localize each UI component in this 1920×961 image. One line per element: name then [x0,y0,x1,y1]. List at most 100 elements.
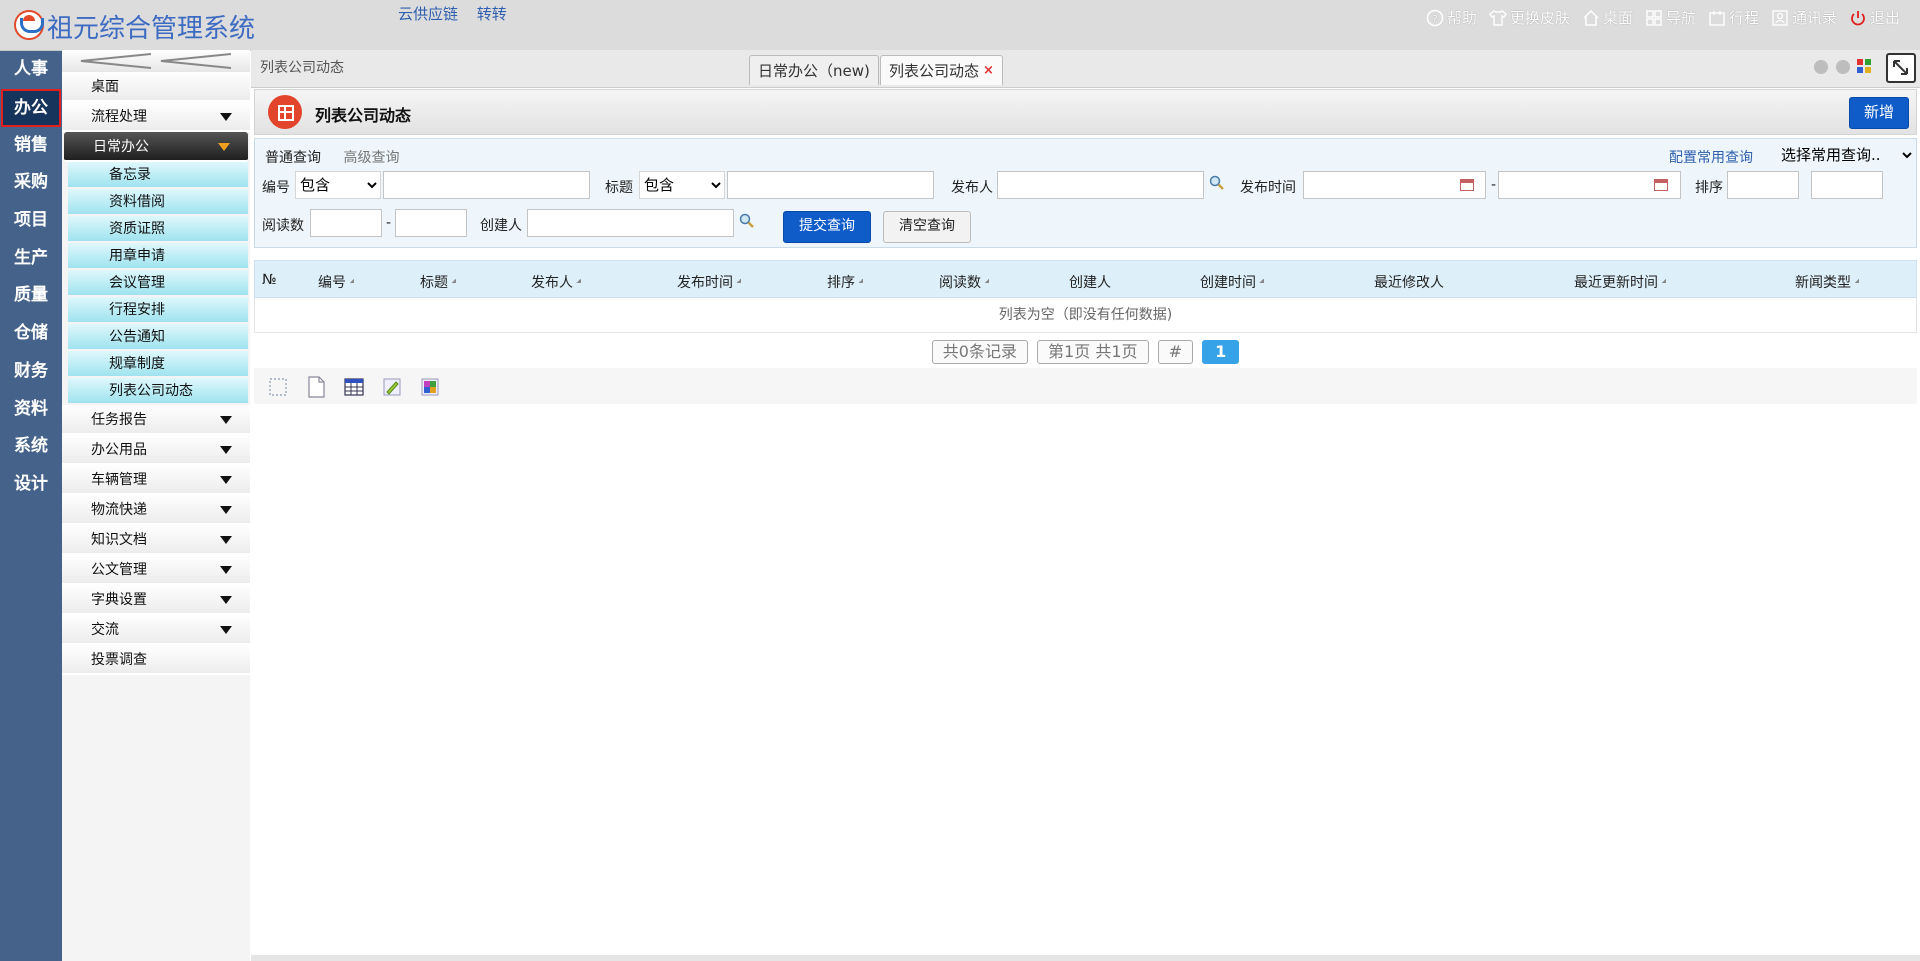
publisher-input[interactable] [997,171,1204,199]
submenu-seal-request[interactable]: 用章申请 [68,243,248,270]
col-created-time[interactable]: 创建时间 [1200,272,1264,292]
col-read-count[interactable]: 阅读数 [939,272,989,292]
add-button[interactable]: 新增 [1849,97,1909,129]
desktop-label: 桌面 [1602,9,1633,27]
submenu-certificates[interactable]: 资质证照 [68,216,248,243]
chevron-down-icon [220,566,232,574]
help-label: 帮助 [1446,9,1477,27]
module-hr[interactable]: 人事 [0,51,62,89]
calendar-icon[interactable] [1654,179,1668,191]
pagination: 共0条记录 第1页 共1页 # 1 [251,340,1920,364]
tab-normal-search[interactable]: 普通查询 [265,150,321,166]
submenu-doc-borrow[interactable]: 资料借阅 [68,189,248,216]
module-purchase[interactable]: 采购 [0,164,62,202]
menu-item-workflow[interactable]: 流程处理 [62,102,250,132]
sort-start-input[interactable] [1727,171,1799,199]
menu-item-logistics[interactable]: 物流快递 [62,495,250,525]
blank-page-icon[interactable] [306,376,326,398]
submit-query-button[interactable]: 提交查询 [783,211,871,243]
goto-page-button[interactable]: # [1157,340,1193,364]
sort-icon [576,279,581,287]
module-production[interactable]: 生产 [0,240,62,278]
submenu-memo[interactable]: 备忘录 [68,162,248,189]
navigation-button[interactable]: 导航 [1645,7,1696,28]
module-project[interactable]: 项目 [0,202,62,240]
edit-icon[interactable] [382,376,402,398]
menu-item-dictionary[interactable]: 字典设置 [62,585,250,615]
tab-advanced-search[interactable]: 高级查询 [343,150,399,166]
tab-scroll-left-icon[interactable] [1814,60,1828,74]
number-operator-select[interactable]: 包含 [295,171,381,199]
top-bar: 祖元综合管理系统 云供应链 转转 ? 帮助 更换皮肤 桌面 导航 行程 通讯录 [0,0,1920,51]
submenu-schedule[interactable]: 行程安排 [68,297,248,324]
col-last-updated[interactable]: 最近更新时间 [1574,272,1666,292]
tab-scroll-right-icon[interactable] [1836,60,1850,74]
col-sort[interactable]: 排序 [827,272,863,292]
link-cloud-supply-chain[interactable]: 云供应链 [398,5,458,23]
page-title-bar: 列表公司动态 新增 [254,89,1917,135]
publish-time-start-input[interactable] [1303,171,1486,199]
tab-menu-icon[interactable] [1857,59,1871,73]
title-operator-select[interactable]: 包含 [639,171,725,199]
col-title[interactable]: 标题 [420,272,456,292]
submenu-company-news[interactable]: 列表公司动态 [68,378,248,405]
col-publisher[interactable]: 发布人 [531,272,581,292]
number-input[interactable] [383,171,590,199]
col-creator: 创建人 [1069,275,1111,291]
home-icon [1582,9,1600,27]
fullscreen-button[interactable] [1886,53,1916,83]
menu-item-voting[interactable]: 投票调查 [62,645,250,675]
menu-item-knowledge[interactable]: 知识文档 [62,525,250,555]
read-count-end-input[interactable] [395,209,467,237]
menu-item-desktop[interactable]: 桌面 [62,72,250,102]
page-1-button[interactable]: 1 [1202,340,1240,364]
module-office[interactable]: 办公 [1,88,61,127]
saved-query-select[interactable]: 选择常用查询.. [1777,143,1915,167]
read-count-start-input[interactable] [310,209,382,237]
creator-input[interactable] [527,209,734,237]
contacts-button[interactable]: 通讯录 [1771,7,1837,28]
submenu-regulations[interactable]: 规章制度 [68,351,248,378]
puzzle-icon[interactable] [420,376,440,398]
select-area-icon[interactable] [268,376,288,398]
grid-table-icon [268,95,302,129]
col-publish-time[interactable]: 发布时间 [677,272,741,292]
publisher-search-icon[interactable] [1209,175,1225,191]
submenu-announcements[interactable]: 公告通知 [68,324,248,351]
schedule-button[interactable]: 行程 [1708,7,1759,28]
module-warehouse[interactable]: 仓储 [0,315,62,353]
col-number[interactable]: 编号 [318,272,354,292]
sort-icon [984,279,989,287]
module-system[interactable]: 系统 [0,428,62,466]
tab-daily-office[interactable]: 日常办公（new) [749,55,879,85]
submenu-meetings[interactable]: 会议管理 [68,270,248,297]
menu-item-office-supplies[interactable]: 办公用品 [62,435,250,465]
creator-search-icon[interactable] [739,213,755,229]
calendar-icon[interactable] [1460,179,1474,191]
menu-group-daily-office[interactable]: 日常办公 [64,132,248,162]
tab-company-news[interactable]: 列表公司动态 × [880,55,1003,85]
module-design[interactable]: 设计 [0,466,62,504]
menu-item-official-docs[interactable]: 公文管理 [62,555,250,585]
close-icon[interactable]: × [983,63,994,78]
module-quality[interactable]: 质量 [0,277,62,315]
link-zhuanzhuan[interactable]: 转转 [477,5,507,23]
table-icon[interactable] [344,376,364,398]
change-skin-button[interactable]: 更换皮肤 [1488,7,1570,28]
menu-item-task-report[interactable]: 任务报告 [62,405,250,435]
menu-item-communication[interactable]: 交流 [62,615,250,645]
clear-query-button[interactable]: 清空查询 [883,211,971,243]
sort-end-input[interactable] [1811,171,1883,199]
menu-item-vehicles[interactable]: 车辆管理 [62,465,250,495]
top-right-toolbar: ? 帮助 更换皮肤 桌面 导航 行程 通讯录 退出 [1426,7,1900,28]
logout-button[interactable]: 退出 [1849,7,1900,28]
module-finance[interactable]: 财务 [0,353,62,391]
collapse-menu-button[interactable] [62,50,250,72]
help-button[interactable]: ? 帮助 [1426,7,1477,28]
title-input[interactable] [727,171,934,199]
col-news-type[interactable]: 新闻类型 [1795,272,1859,292]
module-sales[interactable]: 销售 [0,127,62,165]
desktop-button[interactable]: 桌面 [1582,7,1633,28]
config-saved-query-link[interactable]: 配置常用查询 [1669,147,1753,167]
module-documents[interactable]: 资料 [0,391,62,429]
